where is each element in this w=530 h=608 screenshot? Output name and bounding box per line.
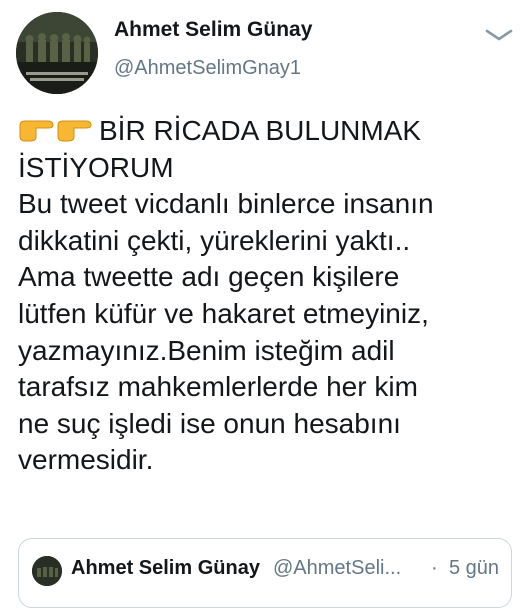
tweet-line-2: İSTİYORUM (18, 151, 174, 183)
tweet-line-6: lütfen küfür ve hakaret etmeyiniz, (18, 297, 429, 329)
tweet-line-1: BİR RİCADA BULUNMAK (18, 113, 524, 150)
quoted-timestamp: 5 gün (449, 557, 500, 579)
tweet-line-4: dikkatini çekti, yüreklerini yaktı.. (18, 224, 411, 256)
avatar-image (16, 12, 98, 94)
tweet-text: BİR RİCADA BULUNMAK İSTİYORUM Bu tweet v… (18, 113, 524, 479)
author-avatar[interactable] (16, 12, 98, 94)
tweet-line-9: ne suç işledi ise onun hesabını (18, 407, 401, 439)
tweet-line-8: tarafsız mahkemlerlerde her kim (18, 371, 418, 403)
author-name[interactable]: Ahmet Selim Günay (114, 18, 312, 42)
quoted-author-handle: @AhmetSeli... (273, 557, 402, 579)
chevron-down-icon[interactable] (484, 28, 514, 42)
avatar-image (32, 556, 62, 586)
quoted-author-name: Ahmet Selim Günay (71, 557, 260, 579)
separator-dot: · (431, 557, 438, 579)
tweet-line-3: Bu tweet vicdanlı binlerce insanın (18, 188, 434, 220)
tweet-line-text: BİR RİCADA BULUNMAK (99, 115, 422, 146)
quoted-tweet-card[interactable]: Ahmet Selim Günay @AhmetSeli... · 5 gün (18, 538, 512, 608)
author-handle[interactable]: @AhmetSelimGnay1 (114, 57, 301, 80)
tweet-header: Ahmet Selim Günay @AhmetSelimGnay1 (0, 0, 530, 96)
tweet-line-5: Ama tweette adı geçen kişilere (18, 261, 400, 293)
tweet-line-7: yazmayınız.Benim isteğim adil (18, 334, 395, 366)
pointing-right-emoji-icon (19, 120, 92, 142)
tweet-line-10: vermesidir. (18, 444, 154, 476)
quoted-author-avatar (32, 556, 62, 586)
